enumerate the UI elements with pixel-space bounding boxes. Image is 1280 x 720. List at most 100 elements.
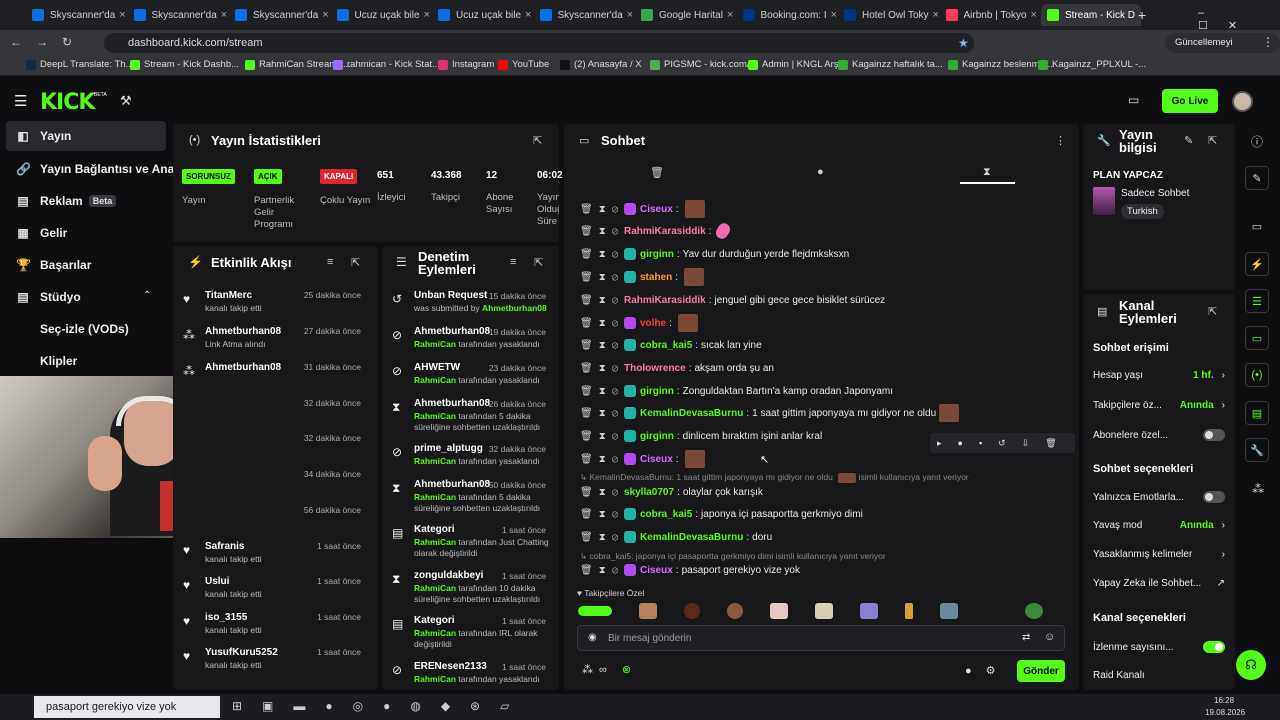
- close-icon[interactable]: ×: [723, 9, 733, 21]
- chat-message[interactable]: 🗑⧗⊘ KemalinDevasaBurnu:1 saat gittim japo…: [580, 403, 1070, 423]
- close-icon[interactable]: ×: [1027, 9, 1037, 21]
- chat-username[interactable]: volhe: [640, 318, 666, 329]
- chat-username[interactable]: girginn: [640, 386, 674, 397]
- viewer-count-row[interactable]: İzlenme sayısını...: [1093, 641, 1225, 653]
- message-mod-actions[interactable]: 🗑⧗⊘: [580, 454, 624, 465]
- nav-achievements[interactable]: 🏆 Başarılar: [6, 250, 166, 280]
- message-mod-actions[interactable]: 🗑⧗⊘: [580, 487, 624, 498]
- bookmark-item[interactable]: Admin | KNGL Arşiv: [748, 59, 845, 70]
- chat-message[interactable]: 🗑⧗⊘ volhe:: [580, 313, 1070, 333]
- chat-username[interactable]: stahen: [640, 272, 672, 283]
- subs-only-row[interactable]: Abonelere özel...: [1093, 429, 1225, 441]
- browser-tab[interactable]: Hotel Owl Toky ×: [838, 4, 938, 26]
- browser-tab[interactable]: Skyscanner'da ×: [534, 4, 634, 26]
- emote[interactable]: [684, 603, 700, 619]
- channel-icon[interactable]: ▤: [1245, 401, 1269, 425]
- slow-mode-row[interactable]: Yavaş mod Anında ›: [1093, 520, 1225, 531]
- chat-username[interactable]: Tholowrence: [624, 363, 686, 374]
- activity-user[interactable]: Ahmetburhan08: [205, 326, 281, 337]
- card-icon[interactable]: ▭: [1245, 214, 1269, 238]
- nav-stream[interactable]: ◧ Yayın: [6, 121, 166, 151]
- activity-user[interactable]: Safranis: [205, 541, 244, 552]
- browser-tab[interactable]: Ucuz uçak bile ×: [331, 4, 431, 26]
- bookmark-item[interactable]: Stream - Kick Dashb...: [130, 59, 239, 70]
- bookmark-item[interactable]: (2) Anasayfa / X: [560, 59, 642, 70]
- pencil-icon[interactable]: ✎: [1245, 166, 1269, 190]
- nav-stream-key[interactable]: 🔗 Yayın Bağlantısı ve Anahtarı: [6, 154, 200, 184]
- chat-message[interactable]: 🗑⧗⊘ KemalinDevasaBurnu: doru: [580, 527, 1070, 547]
- nav-vods[interactable]: Seç-izle (VODs): [6, 314, 166, 344]
- browser-tab[interactable]: Stream - Kick D×: [1041, 4, 1141, 26]
- list-icon[interactable]: ☰: [1245, 289, 1269, 313]
- chat-icon[interactable]: ▭: [1245, 326, 1269, 350]
- taskbar-apps[interactable]: ⊞▣▬●◎●◍◆⊛▱: [232, 699, 529, 713]
- emote[interactable]: [860, 603, 878, 619]
- moderation-target[interactable]: Kategori: [414, 615, 455, 626]
- message-mod-actions[interactable]: 🗑⧗⊘: [580, 565, 624, 576]
- close-icon[interactable]: ×: [115, 9, 125, 21]
- category-name[interactable]: Sadece Sohbet: [1121, 188, 1189, 199]
- raid-row[interactable]: Raid Kanalı: [1093, 670, 1225, 681]
- ai-chat-row[interactable]: Yapay Zeka ile Sohbet... ↗: [1093, 578, 1225, 589]
- hammer-icon[interactable]: ⚒: [120, 93, 132, 109]
- moderation-target[interactable]: AHWETW: [414, 362, 460, 373]
- apps-icon[interactable]: ⁂: [1252, 482, 1264, 496]
- browser-tab[interactable]: Skyscanner'da ×: [128, 4, 228, 26]
- bookmark-item[interactable]: PIGSMC - kick.com/...: [650, 59, 757, 70]
- emote[interactable]: [578, 606, 612, 616]
- kick-logo[interactable]: KICK: [40, 90, 95, 115]
- emote[interactable]: [1025, 603, 1043, 619]
- followers-only-row[interactable]: Takipçilere öz... Anında ›: [1093, 400, 1225, 411]
- chat-message[interactable]: 🗑⧗⊘ Ciseux: pasaport gerekiyo vize yok: [580, 560, 1070, 580]
- message-mod-actions[interactable]: 🗑⧗⊘: [580, 226, 624, 237]
- chat-message[interactable]: 🗑⧗⊘ RahmiKarasiddik:: [580, 221, 1070, 241]
- message-mod-actions[interactable]: 🗑⧗⊘: [580, 408, 624, 419]
- broadcast-icon[interactable]: (•): [1245, 363, 1269, 387]
- message-mod-actions[interactable]: 🗑⧗⊘: [580, 363, 624, 374]
- moderation-target[interactable]: zonguldakbeyi: [414, 570, 483, 581]
- chat-message[interactable]: 🗑⧗⊘ cobra_kai5: japonya içi pasaportta ger…: [580, 504, 1070, 524]
- close-icon[interactable]: ×: [827, 9, 837, 21]
- moderation-target[interactable]: prime_alptugg: [414, 443, 483, 454]
- account-age-row[interactable]: Hesap yaşı 1 hf. ›: [1093, 370, 1225, 381]
- new-tab-button[interactable]: +: [1138, 7, 1146, 23]
- emote-bar[interactable]: [578, 601, 1058, 621]
- browser-tab[interactable]: Google Harital ×: [635, 4, 735, 26]
- chat-message[interactable]: 🗑⧗⊘ girginn: Yav dur durduğun yerde flejdm…: [580, 244, 1070, 264]
- nav-revenue[interactable]: ▦ Gelir: [6, 218, 166, 248]
- popout-icon[interactable]: ⇱: [533, 134, 542, 147]
- hamburger-menu-icon[interactable]: ☰: [14, 92, 27, 110]
- chat-username[interactable]: cobra_kai5: [640, 509, 692, 520]
- chat-username[interactable]: girginn: [640, 249, 674, 260]
- message-mod-actions[interactable]: 🗑⧗⊘: [580, 318, 624, 329]
- message-mod-actions[interactable]: 🗑⧗⊘: [580, 386, 624, 397]
- filter-icon[interactable]: ≡: [510, 256, 516, 268]
- emote[interactable]: [639, 603, 657, 619]
- chat-footer-icons[interactable]: ⁂∞ ⊗: [582, 663, 637, 676]
- bookmark-item[interactable]: YouTube: [498, 59, 549, 70]
- browser-menu-icon[interactable]: ⋮: [1262, 35, 1274, 49]
- window-controls[interactable]: –☐✕: [1198, 7, 1280, 32]
- close-icon[interactable]: ×: [623, 9, 633, 21]
- activity-user[interactable]: iso_3155: [205, 612, 247, 623]
- bookmark-item[interactable]: DeepL Translate: Th...: [26, 59, 133, 70]
- activity-user[interactable]: YusufKuru5252: [205, 647, 278, 658]
- nav-ads[interactable]: ▤ Reklam Beta: [6, 186, 166, 216]
- emote[interactable]: [940, 603, 958, 619]
- chat-message[interactable]: 🗑⧗⊘ skylla0707: olaylar çok karışık: [580, 482, 1070, 502]
- moderation-target[interactable]: Ahmetburhan08: [414, 398, 490, 409]
- chat-username[interactable]: girginn: [640, 431, 674, 442]
- moderation-target[interactable]: Kategori: [414, 524, 455, 535]
- message-mod-actions[interactable]: 🗑⧗⊘: [580, 340, 624, 351]
- bookmark-item[interactable]: rahmican - Kick Stat...: [333, 59, 440, 70]
- message-mod-actions[interactable]: 🗑⧗⊘: [580, 431, 624, 442]
- chat-message[interactable]: 🗑⧗⊘ RahmiKarasiddik: jenguel gibi gece gec…: [580, 290, 1070, 310]
- chat-message[interactable]: 🗑⧗⊘ stahen:: [580, 267, 1070, 287]
- url-field[interactable]: dashboard.kick.com/stream: [104, 33, 974, 53]
- viewer-count-toggle[interactable]: [1203, 641, 1225, 653]
- message-mod-actions[interactable]: 🗑⧗⊘: [580, 532, 624, 543]
- translate-icon[interactable]: ⇄: [1022, 632, 1030, 643]
- chat-input[interactable]: ◉ Bir mesaj gönderin ⇄ ☺: [577, 625, 1065, 651]
- go-live-button[interactable]: Go Live: [1162, 89, 1218, 113]
- message-mod-actions[interactable]: 🗑⧗⊘: [580, 272, 624, 283]
